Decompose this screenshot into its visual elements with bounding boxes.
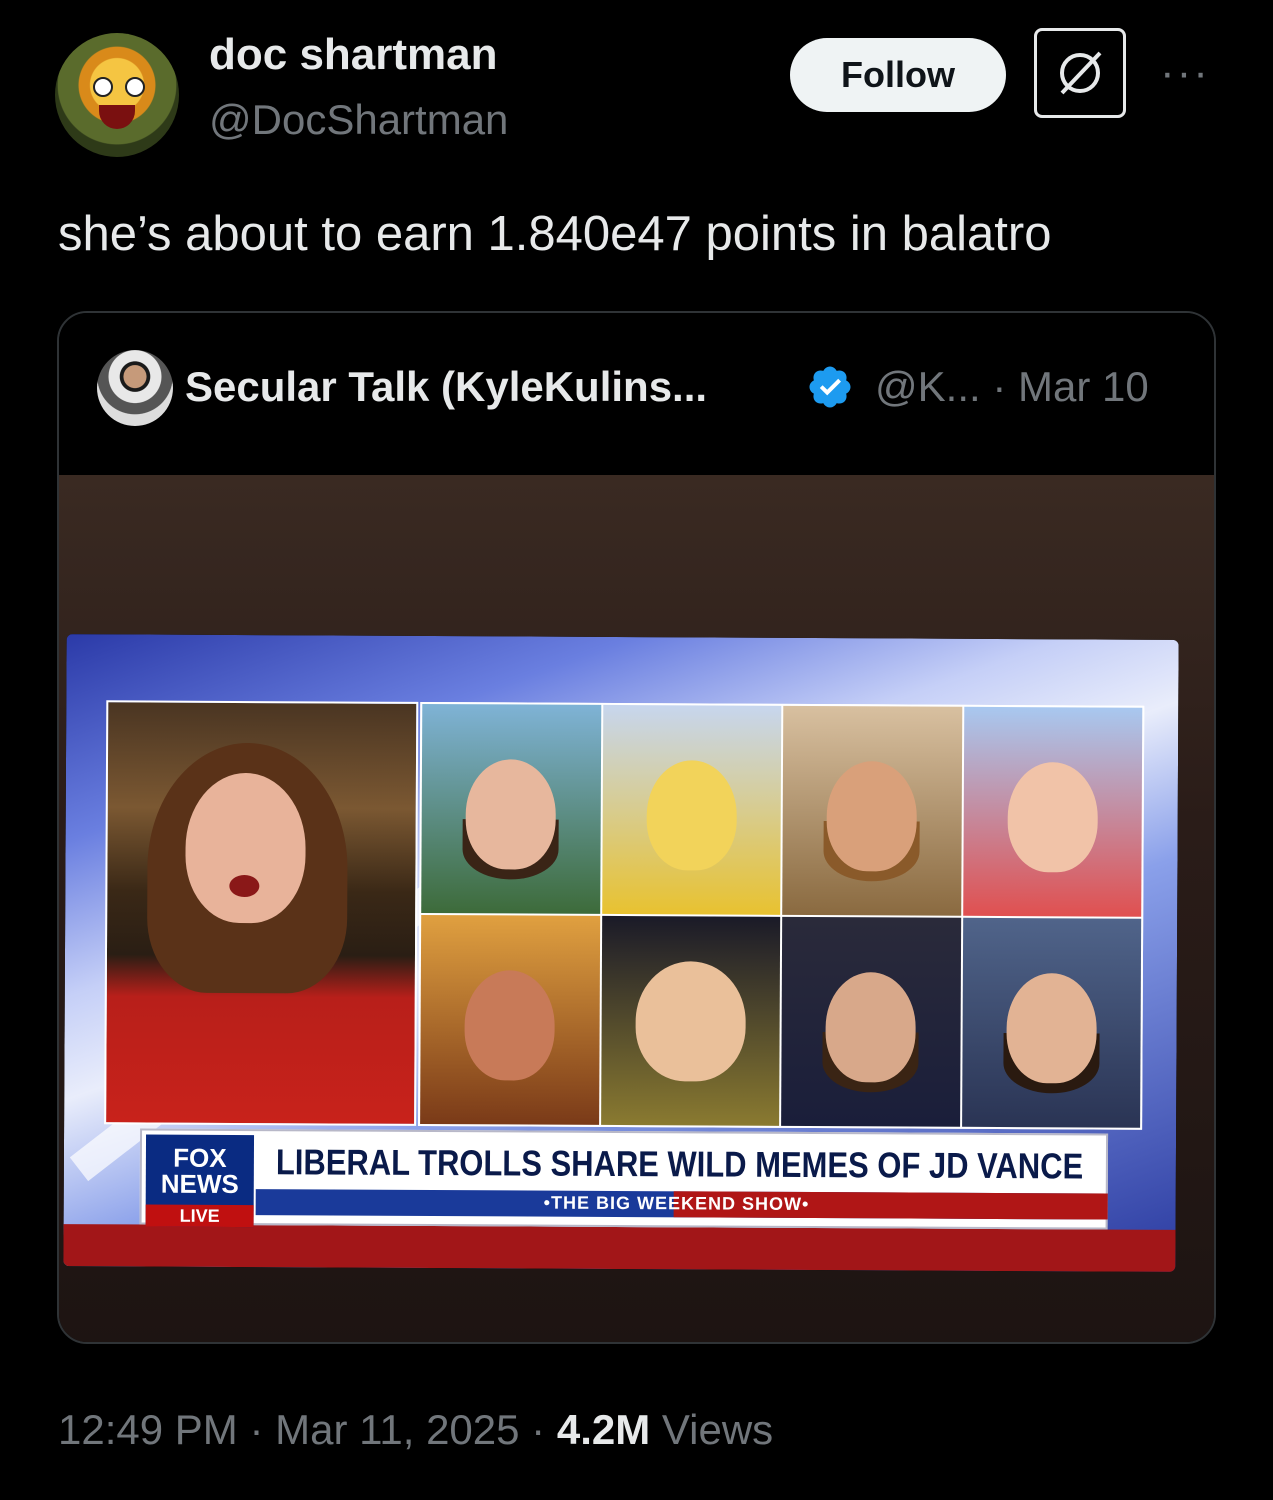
more-options-button[interactable]: ··· (1160, 48, 1210, 98)
avatar-mouth (99, 105, 135, 129)
meme-image (961, 917, 1142, 1128)
author-avatar[interactable] (55, 33, 179, 157)
author-handle[interactable]: @DocShartman (209, 96, 508, 144)
meme-face (826, 760, 918, 872)
quoted-tweet-header: Secular Talk (KyleKulins... @K... · Mar … (59, 313, 1214, 475)
views-label: Views (661, 1406, 774, 1453)
views-count[interactable]: 4.2M (557, 1406, 650, 1453)
quoted-author-name[interactable]: Secular Talk (KyleKulins... (185, 363, 707, 411)
meme-face (825, 971, 917, 1083)
meme-image (421, 703, 601, 914)
author-display-name[interactable]: doc shartman (209, 30, 498, 80)
meme-image (600, 915, 781, 1126)
avatar-eye-right (125, 77, 145, 97)
grok-icon (1060, 51, 1102, 95)
meme-image (962, 706, 1143, 917)
quoted-media-photo[interactable]: FOX NEWS LIVE LIBERAL TROLLS SHARE WILD … (59, 475, 1214, 1342)
tweet-metadata: 12:49 PM · Mar 11, 2025 · 4.2M Views (58, 1406, 773, 1454)
tweet-time[interactable]: 12:49 PM (58, 1406, 238, 1453)
tweet-text: she’s about to earn 1.840e47 points in b… (58, 207, 1052, 261)
tv-screen: FOX NEWS LIVE LIBERAL TROLLS SHARE WILD … (63, 634, 1179, 1272)
anchor-face (185, 772, 306, 924)
avatar-eye-left (93, 77, 113, 97)
show-name: •THE BIG WEEKEND SHOW• (543, 1192, 810, 1214)
meme-image (601, 704, 782, 915)
anchor-mouth (229, 874, 260, 898)
quoted-date[interactable]: Mar 10 (1018, 363, 1149, 410)
tweet-date[interactable]: Mar 11, 2025 (275, 1406, 519, 1453)
network-logo-line2: NEWS (160, 1168, 239, 1200)
meme-face (1007, 761, 1098, 872)
meme-face (646, 759, 737, 871)
quoted-author-handle[interactable]: @K... (875, 363, 981, 410)
meme-collage (418, 701, 1145, 1130)
follow-button[interactable]: Follow (790, 38, 1006, 112)
meme-face (1006, 972, 1097, 1083)
live-badge: LIVE (145, 1204, 254, 1228)
verified-badge-icon (809, 366, 851, 408)
separator-dot: · (992, 363, 1007, 410)
chyron-red-band (63, 1224, 1176, 1272)
meme-face (464, 969, 556, 1081)
meme-image (420, 914, 600, 1125)
quoted-author-avatar[interactable] (97, 350, 173, 426)
grok-button[interactable] (1034, 28, 1126, 118)
chyron-headline: LIBERAL TROLLS SHARE WILD MEMES OF JD VA… (275, 1141, 1084, 1187)
meme-face (635, 960, 746, 1082)
quoted-author-handle-date: @K... · Mar 10 (875, 363, 1149, 411)
meme-face (465, 758, 557, 870)
meme-image (781, 916, 961, 1127)
news-anchor-image (104, 700, 419, 1126)
network-logo-line1: FOX (173, 1142, 227, 1173)
separator-dot: · (531, 1406, 546, 1453)
quoted-tweet-card[interactable]: Secular Talk (KyleKulins... @K... · Mar … (57, 311, 1216, 1344)
separator-dot: · (249, 1406, 264, 1453)
meme-image (782, 705, 962, 916)
